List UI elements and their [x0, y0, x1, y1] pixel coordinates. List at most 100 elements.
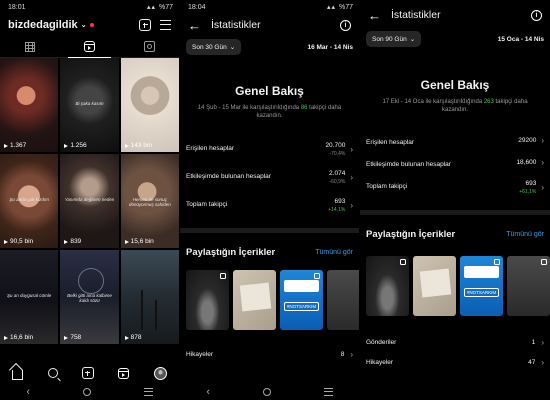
play-count: 1.367: [4, 142, 26, 149]
chevron-right-icon: ›: [350, 173, 353, 182]
home-circle-icon[interactable]: [262, 388, 271, 396]
content-label: Hikayeler: [186, 350, 214, 358]
menu-icon[interactable]: [160, 20, 171, 30]
chevron-down-icon: ⌄: [229, 44, 236, 51]
reel-caption: Hemen de sonuç dönüyormuş sahiden: [128, 197, 171, 208]
back-arrow-icon[interactable]: ←: [188, 19, 201, 32]
reel-tile[interactable]: Şu an duygusal cümle 16,6 bin: [0, 250, 59, 344]
system-navigation: ‹: [180, 384, 359, 400]
overview-summary: 14 Şub - 15 Mar ile karşılaştırıldığında…: [194, 104, 345, 120]
username-switcher[interactable]: bizdedagildik ⌄: [8, 19, 94, 31]
section-title: Paylaştığın İçerikler: [186, 247, 276, 258]
reel-tile[interactable]: Hemen de sonuç dönüyormuş sahiden 15,6 bi…: [120, 154, 179, 248]
metric-row-engaged[interactable]: Etkileşimde bulunan hesaplar 18,600 ›: [360, 158, 550, 180]
info-icon[interactable]: i: [531, 9, 542, 21]
follower-gain: 263: [483, 99, 494, 105]
insights-30-days-screen: 18:04 ▴▴ %77 ← İstatistikler i Son 30 Gün…: [180, 0, 359, 400]
play-count: 15,6 bin: [125, 238, 154, 245]
reels-nav-icon[interactable]: [118, 367, 130, 379]
notification-dot-icon: [89, 23, 94, 27]
reels-icon: [84, 41, 95, 52]
section-divider: [180, 228, 359, 233]
tab-reels[interactable]: [60, 36, 120, 58]
content-thumbnail[interactable]: [366, 256, 409, 316]
see-all-link[interactable]: Tümünü gör: [315, 249, 353, 256]
date-range: 16 Mar - 14 Nis: [307, 43, 353, 51]
metric-row-followers[interactable]: Toplam takipçi 693 +61,1% ›: [360, 180, 550, 208]
avatar[interactable]: [153, 366, 167, 380]
metric-change: -70,4%: [329, 151, 346, 157]
reel-tile[interactable]: Yanımda değilsen neden 839: [60, 154, 119, 248]
metric-value: 2.074: [329, 170, 346, 177]
status-time: 18:01: [8, 3, 26, 11]
hashtag-sticker: #NOTSARKIM: [284, 302, 319, 311]
recents-icon[interactable]: [323, 388, 333, 396]
metric-label: Erişilen hesaplar: [186, 145, 235, 152]
content-row-posts[interactable]: Gönderiler 1 ›: [360, 332, 550, 352]
content-thumbnail[interactable]: [413, 256, 456, 316]
reel-tile[interactable]: 878: [120, 250, 179, 344]
reel-tile[interactable]: Belki gitti ama kalbime kaldı sözü 758: [60, 250, 119, 344]
content-thumbnail[interactable]: #NOTSARKIM: [460, 256, 503, 316]
tab-tagged[interactable]: [119, 36, 179, 57]
info-icon[interactable]: i: [340, 19, 351, 31]
content-thumbnail[interactable]: [327, 270, 359, 330]
create-post-icon[interactable]: [139, 19, 151, 31]
metric-row-reach[interactable]: Erişilen hesaplar 20.700 -70,4% ›: [180, 142, 359, 170]
content-row-stories[interactable]: Hikayeler 47 ›: [360, 352, 550, 372]
status-bar: 18:01 ▴▴ %77: [0, 0, 179, 14]
bottom-navigation: [0, 362, 179, 384]
page-title: İstatistikler: [211, 19, 261, 31]
content-label: Gönderiler: [366, 338, 397, 346]
chevron-right-icon: ›: [541, 158, 544, 167]
reel-badge-icon: [220, 273, 226, 279]
range-dropdown[interactable]: Son 90 Gün ⌄: [366, 31, 422, 47]
content-row-stories[interactable]: Hikayeler 8 ›: [180, 344, 359, 364]
profile-header: bizdedagildik ⌄: [0, 14, 179, 36]
range-dropdown[interactable]: Son 30 Gün ⌄: [186, 39, 242, 55]
home-icon[interactable]: [12, 369, 24, 380]
content-thumbnail[interactable]: #NOTSARKIM: [280, 270, 323, 330]
content-thumbnail[interactable]: [186, 270, 229, 330]
metric-row-followers[interactable]: Toplam takipçi 693 +14,1% ›: [180, 198, 359, 226]
overview-title: Genel Bakış: [420, 78, 490, 92]
reel-badge-icon: [314, 273, 320, 279]
follower-gain: 86: [300, 105, 308, 111]
back-arrow-icon[interactable]: ←: [368, 9, 381, 22]
create-icon[interactable]: [81, 367, 94, 379]
hashtag-sticker: #NOTSARKIM: [464, 288, 499, 297]
home-circle-icon[interactable]: [82, 388, 91, 396]
battery-level: %77: [338, 3, 353, 11]
text-bubble-shape: [464, 266, 499, 278]
reel-caption: Şu anda çok kızdım: [9, 197, 49, 203]
chevron-right-icon: ›: [350, 349, 353, 359]
back-icon[interactable]: ‹: [26, 386, 30, 398]
reel-tile[interactable]: Şu anda çok kızdım 90,5 bin: [0, 154, 59, 248]
metric-value: 20.700: [325, 142, 346, 149]
metric-change: +14,1%: [328, 207, 346, 213]
content-value: 8: [340, 350, 345, 358]
range-label: Son 30 Gün: [192, 43, 227, 51]
reel-tile[interactable]: 143 bin: [120, 58, 179, 152]
content-value: 47: [528, 358, 536, 366]
reel-tile[interactable]: 1.367: [0, 58, 59, 152]
content-thumbnail[interactable]: [507, 256, 550, 316]
tab-posts[interactable]: [0, 36, 60, 57]
play-count: 758: [64, 334, 81, 341]
reel-badge-icon: [400, 259, 406, 265]
content-thumbnails: #NOTSARKIM: [360, 256, 550, 316]
tree-shape: [140, 290, 143, 330]
chevron-right-icon: ›: [350, 145, 353, 154]
search-icon[interactable]: [47, 368, 58, 378]
metric-label: Toplam takipçi: [366, 183, 408, 190]
reel-tile[interactable]: Bi şaka kasım 1.256: [60, 58, 119, 152]
content-thumbnail[interactable]: [233, 270, 276, 330]
back-icon[interactable]: ‹: [206, 386, 210, 398]
recents-icon[interactable]: [143, 388, 153, 396]
metric-row-engaged[interactable]: Etkileşimde bulunan hesaplar 2.074 -60,9%…: [180, 170, 359, 198]
see-all-link[interactable]: Tümünü gör: [506, 231, 544, 238]
content-thumbnails: #NOTSARKIM: [180, 270, 359, 330]
play-count: 143 bin: [125, 142, 152, 149]
note-shape: [239, 282, 272, 312]
metric-row-reach[interactable]: Erişilen hesaplar 29200 ›: [360, 136, 550, 158]
